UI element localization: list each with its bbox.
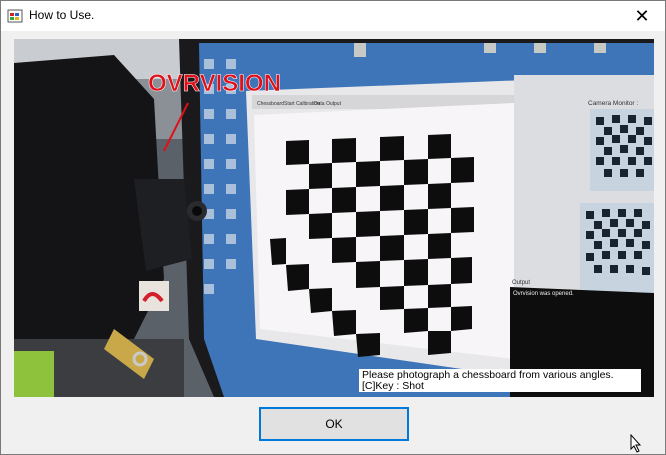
application-icon [7,8,23,24]
close-button[interactable]: ✕ [619,1,665,31]
caption-line-2: [C]Key : Shot [362,380,424,392]
ok-button[interactable]: OK [259,407,409,441]
tab-data-output: Data Output [314,101,342,107]
camera-monitor-label: Camera Monitor : [588,100,638,107]
output-label: Output [512,280,530,286]
ovrvision-label: OVRVISION [148,70,281,97]
title-bar: How to Use. ✕ [1,1,665,31]
window-title: How to Use. [29,8,95,22]
photo-illustration: Chessboard Start Calibration Data Output [14,39,654,397]
instruction-caption: Please photograph a chessboard from vari… [359,369,641,392]
tab-chessboard: Chessboard [257,101,284,107]
close-icon: ✕ [634,5,650,26]
how-to-use-dialog: How to Use. ✕ Chessboard Start Calibrati… [0,0,666,455]
output-text: Ovrvision was opened. [513,291,574,297]
resize-cursor-icon [627,433,651,454]
instruction-photo: Chessboard Start Calibration Data Output [14,39,654,397]
